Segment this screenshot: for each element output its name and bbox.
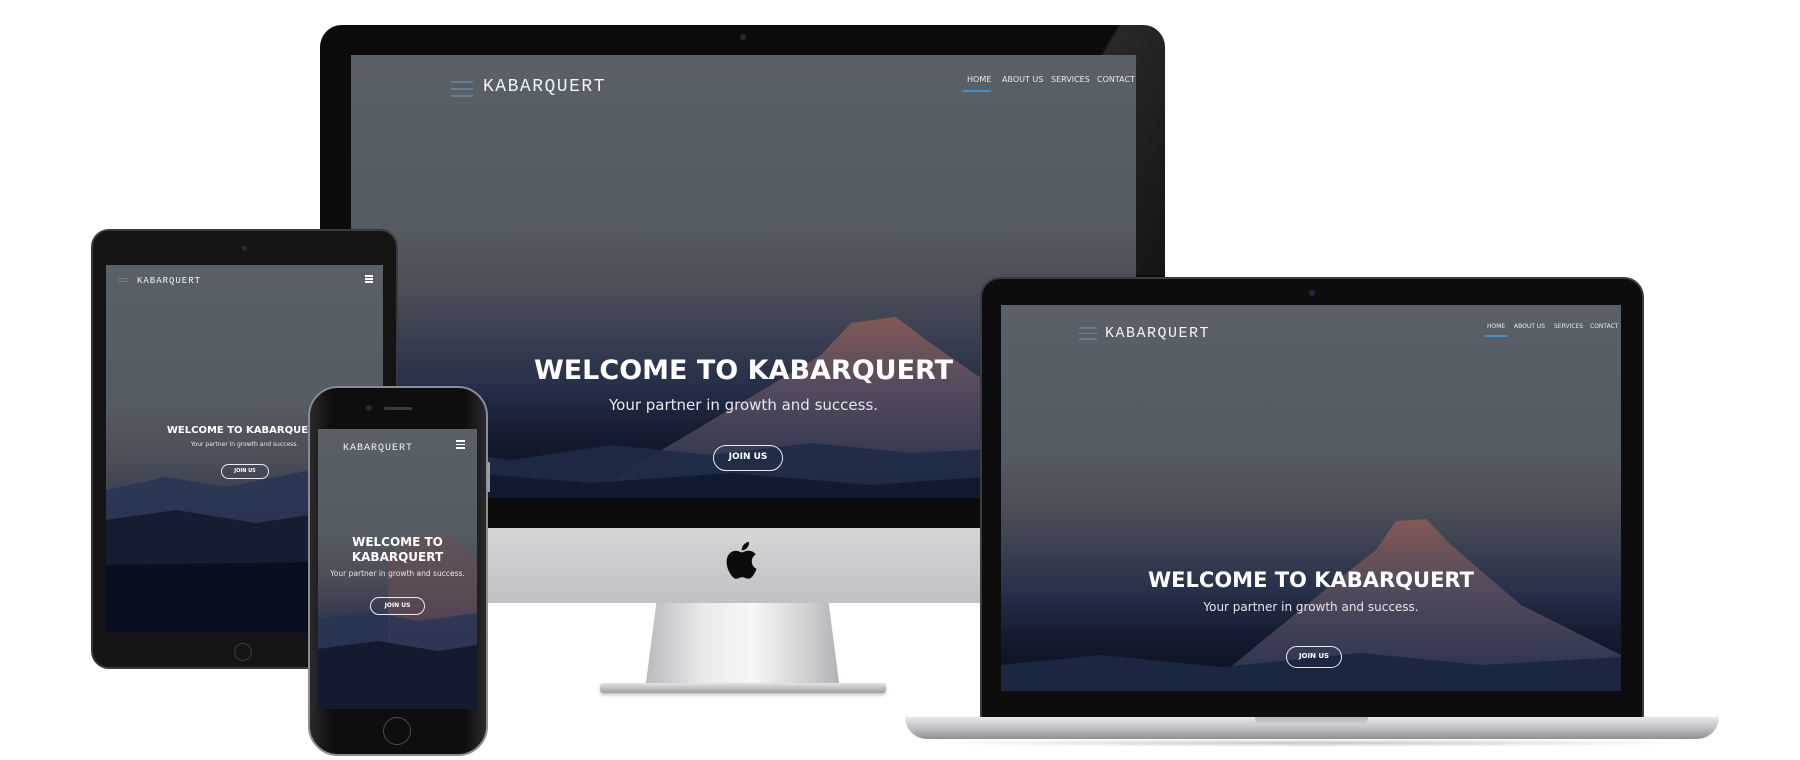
- laptop-notch: [1255, 717, 1368, 725]
- hamburger-menu-icon[interactable]: [365, 275, 373, 283]
- join-us-button[interactable]: JOIN US: [221, 464, 269, 479]
- phone-camera: [366, 405, 372, 411]
- laptop-shadow: [920, 739, 1704, 747]
- hero-title-line1: WELCOME TO: [352, 535, 443, 549]
- nav-about[interactable]: ABOUT US: [1514, 323, 1545, 330]
- hero-subtitle: Your partner in growth and success.: [1203, 600, 1419, 614]
- nav-home-underline: [963, 90, 991, 92]
- nav-contact[interactable]: CONTACT U: [1590, 323, 1621, 330]
- hero-title-line2: KABARQUERT: [351, 550, 444, 564]
- brand-logo[interactable]: KABARQUERT: [137, 276, 201, 286]
- join-us-button[interactable]: JOIN US: [1286, 646, 1342, 668]
- monitor-stand: [645, 600, 840, 690]
- hero-subtitle: Your partner in growth and success.: [330, 569, 465, 578]
- nav-contact[interactable]: CONTACT U: [1097, 75, 1136, 84]
- laptop-camera: [1309, 290, 1315, 296]
- join-us-button[interactable]: JOIN US: [370, 597, 425, 615]
- nav-services[interactable]: SERVICES: [1554, 323, 1583, 330]
- laptop-screen: KABARQUERT HOME ABOUT US SERVICES CONTAC…: [1001, 305, 1621, 691]
- phone-speaker: [384, 407, 412, 410]
- nav-home[interactable]: HOME: [1487, 323, 1505, 330]
- tablet-camera: [242, 246, 247, 251]
- hero-title: WELCOME TO KABARQUERT: [1148, 568, 1474, 592]
- hamburger-menu-icon[interactable]: [456, 440, 465, 449]
- phone-side-button[interactable]: [487, 462, 490, 492]
- phone-home-button[interactable]: [383, 717, 411, 745]
- brand-logo[interactable]: KABARQUERT: [483, 77, 606, 97]
- laptop-lower-bezel: [1001, 691, 1621, 715]
- hamburger-menu-icon[interactable]: [451, 81, 473, 97]
- nav-about[interactable]: ABOUT US: [1002, 75, 1043, 84]
- nav-home-underline: [1485, 335, 1507, 337]
- hamburger-menu-icon[interactable]: [1079, 327, 1097, 340]
- monitor-stand-base: [600, 683, 886, 693]
- apple-logo-icon: [726, 541, 757, 579]
- phone-screen: KABARQUERT WELCOME TO KABARQUERT Your pa…: [318, 429, 477, 709]
- nav-home[interactable]: HOME: [967, 75, 991, 84]
- tablet-home-button[interactable]: [234, 643, 252, 661]
- mountain-background: [1001, 519, 1621, 691]
- hamburger-menu-icon-left: [118, 278, 128, 282]
- brand-logo[interactable]: KABARQUERT: [1105, 325, 1210, 342]
- nav-services[interactable]: SERVICES: [1051, 75, 1090, 84]
- monitor-camera: [740, 34, 746, 40]
- brand-logo[interactable]: KABARQUERT: [343, 443, 413, 454]
- join-us-button[interactable]: JOIN US: [713, 445, 783, 471]
